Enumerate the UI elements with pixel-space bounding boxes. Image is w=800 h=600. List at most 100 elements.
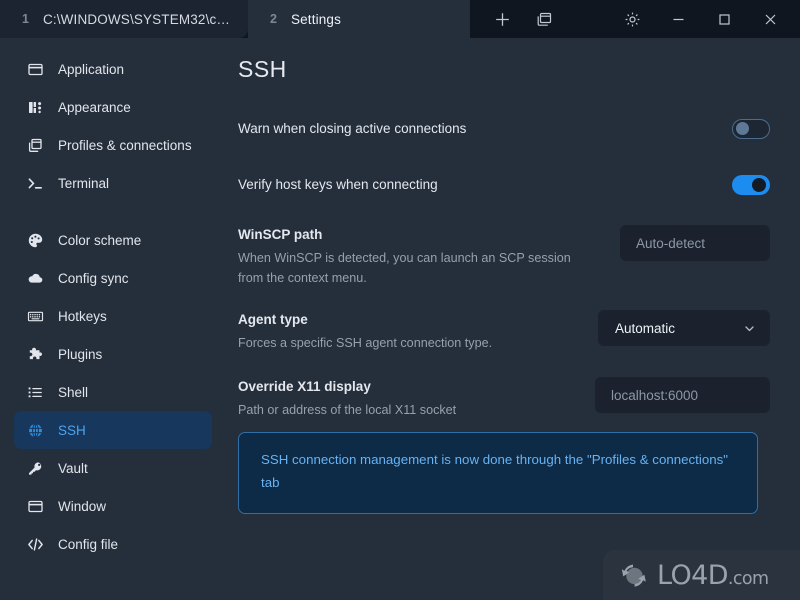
setting-label: Override X11 display [238,379,371,395]
terminal-prompt-icon [26,174,44,192]
sidebar-item-ssh[interactable]: SSH [14,411,212,449]
setting-control: localhost:6000 [595,377,770,414]
code-brackets-icon [26,535,44,553]
setting-control: Automatic [598,310,770,347]
setting-labels: Verify host keys when connecting [238,175,732,195]
new-tab-icon[interactable] [492,9,512,29]
window-toolbar [470,0,800,38]
warn-closing-toggle[interactable] [732,119,770,139]
setting-labels: WinSCP path When WinSCP is detected, you… [238,225,620,288]
sidebar-item-config-file[interactable]: Config file [14,525,212,563]
sidebar-item-hotkeys[interactable]: Hotkeys [14,297,212,335]
sidebar-item-config-sync[interactable]: Config sync [14,259,212,297]
sidebar-item-plugins[interactable]: Plugins [14,335,212,373]
appearance-palette-icon [26,98,44,116]
sidebar-item-label: Window [58,498,107,514]
setting-label: Verify host keys when connecting [238,177,438,192]
keyboard-icon [26,307,44,325]
setting-winscp-path: WinSCP path When WinSCP is detected, you… [238,225,770,288]
toggle-knob [752,178,766,192]
sidebar-item-profiles-connections[interactable]: Profiles & connections [14,126,212,164]
sidebar-item-label: Color scheme [58,232,142,248]
setting-control: Auto-detect [620,225,770,261]
toolbar-right-group [622,9,800,29]
sidebar-item-label: Config file [58,536,119,552]
sidebar-item-label: Shell [58,384,89,400]
minimize-icon[interactable] [668,9,688,29]
sidebar-item-label: SSH [58,422,86,438]
setting-labels: Override X11 display Path or address of … [238,377,595,420]
profiles-copy-icon [26,136,44,154]
maximize-icon[interactable] [714,9,734,29]
setting-label: Warn when closing active connections [238,121,467,136]
agent-type-value: Automatic [615,320,676,336]
watermark-suffix: .com [727,568,769,589]
globe-icon [26,421,44,439]
tab-label: Settings [290,11,341,27]
tab-terminal[interactable]: 1 C:\WINDOWS\SYSTEM32\c… [0,0,249,38]
sidebar-item-label: Hotkeys [58,308,107,324]
setting-control [732,175,770,195]
lo4d-watermark: LO4D.com [603,550,800,600]
settings-gear-icon[interactable] [622,9,642,29]
sidebar-item-label: Vault [58,460,88,476]
sidebar-item-terminal[interactable]: Terminal [14,164,212,202]
settings-sidebar: Application Appearance Profiles & connec… [0,38,226,600]
setting-labels: Agent type Forces a specific SSH agent c… [238,310,598,353]
puzzle-piece-icon [26,345,44,363]
color-scheme-palette-icon [26,231,44,249]
setting-description: Forces a specific SSH agent connection t… [238,335,493,350]
title-bar: 1 C:\WINDOWS\SYSTEM32\c… 2 Settings [0,0,800,38]
refresh-circle-logo-icon [617,559,650,592]
application-window-icon [26,60,44,78]
setting-agent-type: Agent type Forces a specific SSH agent c… [238,310,770,353]
toggle-knob [736,122,749,135]
list-icon [26,383,44,401]
sidebar-item-appearance[interactable]: Appearance [14,88,212,126]
toolbar-left-group [470,9,554,29]
sidebar-item-color-scheme[interactable]: Color scheme [14,221,212,259]
setting-labels: Warn when closing active connections [238,119,732,139]
chevron-down-icon [743,322,756,335]
split-panes-icon[interactable] [534,9,554,29]
cloud-icon [26,269,44,287]
winscp-path-input[interactable]: Auto-detect [620,225,770,261]
sidebar-item-label: Profiles & connections [58,137,192,153]
setting-warn-closing: Warn when closing active connections [238,119,770,139]
override-x11-input[interactable]: localhost:6000 [595,377,770,414]
setting-verify-host-keys: Verify host keys when connecting [238,175,770,195]
sidebar-item-window[interactable]: Window [14,487,212,525]
window-icon [26,497,44,515]
sidebar-item-vault[interactable]: Vault [14,449,212,487]
tab-number: 1 [22,12,29,26]
tab-strip: 1 C:\WINDOWS\SYSTEM32\c… 2 Settings [0,0,471,38]
sidebar-item-shell[interactable]: Shell [14,373,212,411]
app-body: Application Appearance Profiles & connec… [0,38,800,600]
sidebar-item-label: Application [58,61,125,77]
setting-label: Agent type [238,312,308,328]
tab-label: C:\WINDOWS\SYSTEM32\c… [42,11,231,27]
sidebar-item-application[interactable]: Application [14,50,212,88]
sidebar-item-label: Terminal [58,175,110,191]
key-icon [26,459,44,477]
setting-description: Path or address of the local X11 socket [238,402,457,417]
agent-type-select[interactable]: Automatic [598,310,770,347]
sidebar-item-label: Plugins [58,346,103,362]
page-title: SSH [238,56,287,82]
verify-host-keys-toggle[interactable] [732,175,770,195]
setting-control [732,119,770,139]
sidebar-item-label: Appearance [58,99,131,115]
watermark-name: LO4D [657,559,729,591]
setting-override-x11: Override X11 display Path or address of … [238,377,770,420]
setting-description: When WinSCP is detected, you can launch … [238,250,571,285]
sidebar-item-label: Config sync [58,270,129,286]
close-icon[interactable] [760,9,780,29]
ssh-info-banner: SSH connection management is now done th… [238,432,758,514]
sidebar-separator [14,202,212,221]
settings-content: SSH Warn when closing active connections… [226,38,800,600]
tab-settings[interactable]: 2 Settings [248,0,471,38]
app-window: 1 C:\WINDOWS\SYSTEM32\c… 2 Settings Appl… [0,0,800,600]
watermark-text: LO4D.com [657,559,769,591]
tab-number: 2 [270,12,277,26]
setting-label: WinSCP path [238,227,323,242]
